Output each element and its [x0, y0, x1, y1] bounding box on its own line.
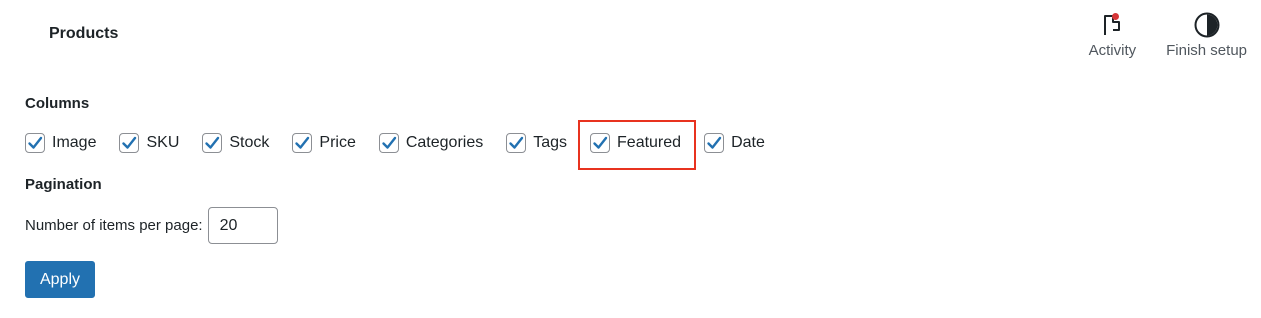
- checkmark-icon: [593, 136, 608, 149]
- pagination-heading: Pagination: [25, 176, 102, 193]
- activity-label: Activity: [1088, 42, 1137, 59]
- price-checkbox[interactable]: [292, 133, 313, 153]
- column-option-categories[interactable]: Categories: [378, 133, 484, 153]
- stock-checkbox[interactable]: [202, 133, 223, 153]
- finish-setup-button[interactable]: Finish setup: [1164, 10, 1249, 59]
- checkmark-icon: [28, 136, 43, 149]
- columns-options: Image SKU Stock Price Categories Tags Fe…: [25, 120, 788, 170]
- sku-checkbox[interactable]: [119, 133, 140, 153]
- column-option-price[interactable]: Price: [292, 133, 356, 153]
- page: Products Activity Finish setup Columns I…: [0, 0, 1261, 318]
- finish-setup-label: Finish setup: [1166, 42, 1247, 59]
- column-option-label: Tags: [533, 134, 568, 151]
- checkmark-icon: [295, 136, 310, 149]
- columns-heading: Columns: [25, 95, 90, 112]
- header-actions: Activity Finish setup: [1061, 10, 1249, 59]
- checkmark-icon: [382, 136, 397, 149]
- checkmark-icon: [205, 136, 220, 149]
- half-circle-icon: [1193, 10, 1221, 40]
- column-option-stock[interactable]: Stock: [202, 133, 269, 153]
- checkmark-icon: [707, 136, 722, 149]
- column-option-label: Image: [52, 134, 97, 151]
- items-per-page-row: Number of items per page:: [25, 207, 278, 244]
- column-option-label: SKU: [146, 134, 180, 151]
- column-option-label: Date: [731, 134, 765, 151]
- column-option-image[interactable]: Image: [25, 133, 96, 153]
- items-per-page-label: Number of items per page:: [25, 217, 203, 234]
- column-option-date[interactable]: Date: [704, 133, 765, 153]
- apply-button[interactable]: Apply: [25, 261, 95, 298]
- checkmark-icon: [509, 136, 524, 149]
- column-option-label: Price: [319, 134, 356, 151]
- column-option-sku[interactable]: SKU: [119, 133, 179, 153]
- column-option-label: Stock: [229, 134, 270, 151]
- categories-checkbox[interactable]: [378, 133, 399, 153]
- column-option-tags[interactable]: Tags: [506, 133, 567, 153]
- column-option-label: Categories: [405, 134, 484, 151]
- date-checkbox[interactable]: [704, 133, 725, 153]
- items-per-page-input[interactable]: [207, 207, 278, 244]
- column-option-featured[interactable]: Featured: [578, 120, 697, 170]
- flag-icon: [1100, 10, 1124, 40]
- activity-button[interactable]: Activity: [1087, 10, 1139, 59]
- page-title: Products: [49, 25, 119, 42]
- column-option-label: Featured: [617, 134, 682, 151]
- image-checkbox[interactable]: [25, 133, 45, 153]
- featured-checkbox[interactable]: [590, 133, 611, 153]
- checkmark-icon: [122, 136, 137, 149]
- tags-checkbox[interactable]: [506, 133, 527, 153]
